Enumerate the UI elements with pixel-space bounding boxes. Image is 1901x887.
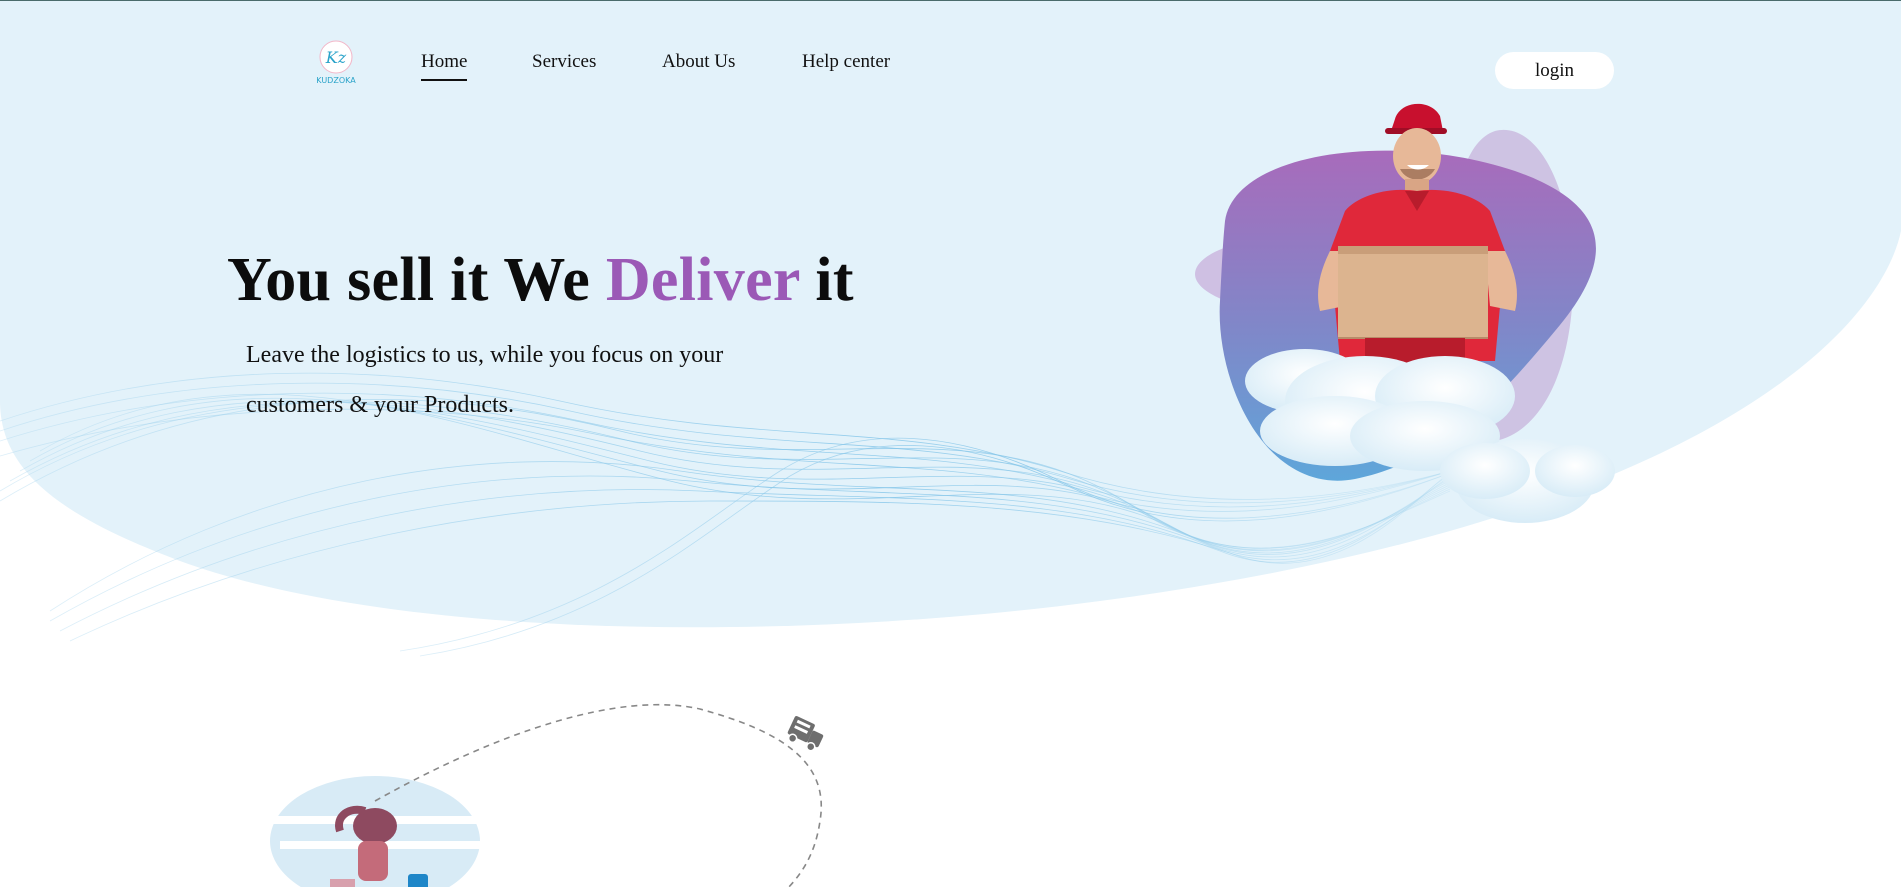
nav-home[interactable]: Home — [421, 51, 468, 81]
hero-subtitle-line1: Leave the logistics to us, while you foc… — [246, 342, 724, 368]
hero-title-part1: You sell it We — [227, 246, 606, 314]
hero-title-part2: it — [799, 246, 854, 314]
nav-help-center[interactable]: Help center — [802, 51, 890, 73]
courier-illustration — [1195, 103, 1615, 523]
delivery-route-illustration — [250, 703, 824, 887]
login-button[interactable]: login — [1495, 52, 1614, 89]
hero-title: You sell it We Deliver it — [227, 249, 854, 311]
hero-title-accent: Deliver — [605, 246, 800, 314]
logo-monogram: Kz — [325, 48, 347, 67]
logo-name: KUDZOKA — [316, 76, 356, 85]
nav-services[interactable]: Services — [532, 51, 596, 73]
hero-subtitle-line2: customers & your Products. — [246, 392, 514, 418]
brand-logo[interactable]: Kz KUDZOKA — [312, 38, 360, 86]
nav-about-us[interactable]: About Us — [662, 51, 735, 73]
landing-page: Kz KUDZOKA Home Services About Us Help c… — [0, 0, 1901, 887]
hero-subtitle: Leave the logistics to us, while you foc… — [246, 330, 806, 430]
